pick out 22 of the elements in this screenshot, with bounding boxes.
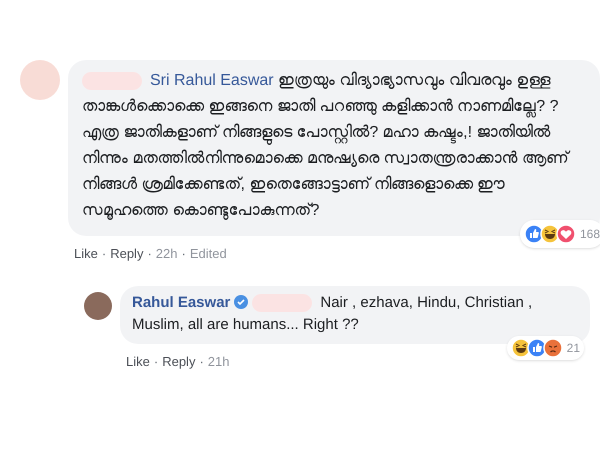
comment-text: Rahul Easwar Nair , ezhava, Hindu, Christian , Muslim, all are humans... Right ?? [132,292,534,334]
reaction-count: 21 [566,340,580,356]
comment-action-link[interactable]: Reply [110,244,144,264]
laughing-face-icon [510,338,531,358]
thumbs-up-icon [526,338,547,358]
separator-dot: · [182,245,186,263]
separator-dot: · [154,352,158,370]
separator-dot: · [147,245,152,263]
separator-dot: · [199,352,204,370]
comment-action-link[interactable]: Reply [162,352,196,371]
comment-author-link[interactable]: Rahul Easwar [132,294,230,310]
comment-meta-text: 21h [208,352,230,370]
angry-face-icon [542,338,563,358]
comment-meta-text: Edited [190,245,227,263]
laughing-face-icon [540,224,560,244]
comment-action-link[interactable]: Like [126,352,150,371]
thumbs-up-icon [524,224,544,244]
reaction-count: 168 [580,226,600,243]
separator-dot: · [102,245,106,263]
comment-meta-text: 22h [156,245,178,263]
comment-action-link[interactable]: Like [74,244,98,264]
mention-link[interactable]: Sri Rahul Easwar [150,72,274,89]
